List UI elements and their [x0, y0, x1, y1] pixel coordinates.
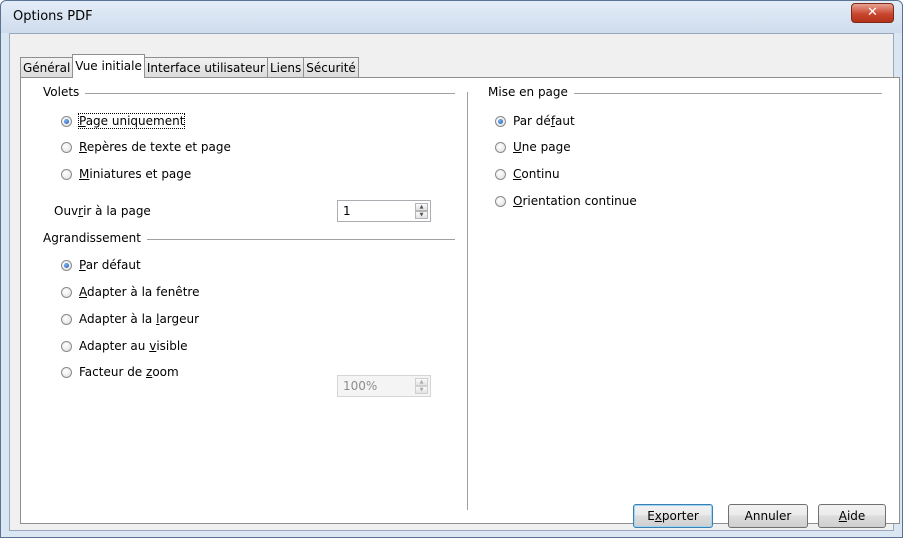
spin-down-icon[interactable]: ▼	[415, 211, 428, 219]
volets-title: Volets	[43, 85, 86, 99]
radio-label: Orientation continue	[513, 194, 637, 208]
radio-page-only[interactable]: Page uniquement	[61, 113, 186, 129]
radio-label: Adapter à la largeur	[79, 312, 200, 326]
radio-label: Continu	[513, 167, 560, 181]
radio-layout-default[interactable]: Par défaut	[495, 114, 575, 128]
radio-label: Par défaut	[79, 258, 141, 272]
tab-user-interface[interactable]: Interface utilisateur	[143, 57, 268, 77]
radio-fit-width[interactable]: Adapter à la largeur	[61, 312, 199, 326]
radio-label: Une page	[513, 140, 571, 154]
radio-indicator	[61, 340, 72, 352]
radio-zoom-factor[interactable]: Facteur de zoom	[61, 365, 179, 379]
zoom-factor-value: 100%	[343, 379, 378, 393]
spin-down-icon[interactable]: ▼	[415, 386, 428, 394]
dialog-client-area: Général Vue initiale Interface utilisate…	[9, 33, 900, 531]
radio-label: Miniatures et page	[79, 167, 192, 181]
radio-label: Adapter à la fenêtre	[79, 285, 200, 299]
tab-general[interactable]: Général	[20, 57, 74, 77]
radio-label: Par défaut	[513, 114, 575, 128]
radio-zoom-default[interactable]: Par défaut	[61, 258, 141, 272]
title-bar: Options PDF ✕	[1, 1, 902, 33]
volets-rule	[49, 93, 455, 94]
radio-indicator	[495, 195, 506, 207]
radio-fit-window[interactable]: Adapter à la fenêtre	[61, 285, 199, 299]
radio-indicator	[495, 115, 506, 127]
radio-indicator	[61, 115, 72, 127]
cancel-button[interactable]: Annuler	[728, 504, 808, 528]
open-at-page-spinbox[interactable]: 1 ▲ ▼	[337, 200, 431, 222]
radio-indicator	[495, 168, 506, 180]
tab-security[interactable]: Sécurité	[303, 57, 359, 77]
radio-indicator	[61, 141, 72, 153]
radio-indicator	[61, 259, 72, 271]
radio-label: Facteur de zoom	[79, 365, 179, 379]
spin-up-icon[interactable]: ▲	[415, 378, 428, 386]
pdf-options-dialog: Options PDF ✕ Général Vue initiale Inter…	[0, 0, 903, 538]
open-at-page-value: 1	[343, 204, 351, 218]
radio-label: Repères de texte et page	[79, 140, 231, 154]
close-button[interactable]: ✕	[851, 3, 894, 23]
help-button[interactable]: Aide	[818, 504, 886, 528]
radio-label: Page uniquement	[77, 113, 186, 129]
tab-links[interactable]: Liens	[266, 57, 305, 77]
close-icon: ✕	[867, 5, 878, 20]
radio-indicator	[61, 168, 72, 180]
radio-indicator	[61, 366, 72, 378]
mise-en-page-title: Mise en page	[488, 85, 574, 99]
column-divider	[467, 92, 468, 510]
radio-indicator	[61, 313, 72, 325]
radio-label: Adapter au visible	[79, 339, 188, 353]
export-button[interactable]: Exporter	[633, 504, 713, 528]
radio-indicator	[495, 141, 506, 153]
agrandissement-title: Agrandissement	[43, 231, 147, 245]
spin-buttons: ▲ ▼	[415, 203, 428, 219]
dialog-title: Options PDF	[13, 9, 93, 24]
tab-panel-initial-view: Volets Page uniquement Repères de texte …	[20, 77, 900, 524]
zoom-factor-spinbox[interactable]: 100% ▲ ▼	[337, 375, 431, 397]
open-at-page-label: Ouvrir à la page	[54, 204, 151, 218]
radio-indicator	[61, 286, 72, 298]
spin-buttons: ▲ ▼	[415, 378, 428, 394]
radio-thumbnails-and-page[interactable]: Miniatures et page	[61, 167, 191, 181]
radio-bookmarks-and-page[interactable]: Repères de texte et page	[61, 140, 231, 154]
radio-single-page[interactable]: Une page	[495, 140, 571, 154]
tab-initial-view[interactable]: Vue initiale	[72, 54, 145, 78]
tab-bar: Général Vue initiale Interface utilisate…	[20, 54, 359, 78]
radio-continuous-facing[interactable]: Orientation continue	[495, 194, 637, 208]
radio-fit-visible[interactable]: Adapter au visible	[61, 339, 188, 353]
spin-up-icon[interactable]: ▲	[415, 203, 428, 211]
radio-continuous[interactable]: Continu	[495, 167, 560, 181]
